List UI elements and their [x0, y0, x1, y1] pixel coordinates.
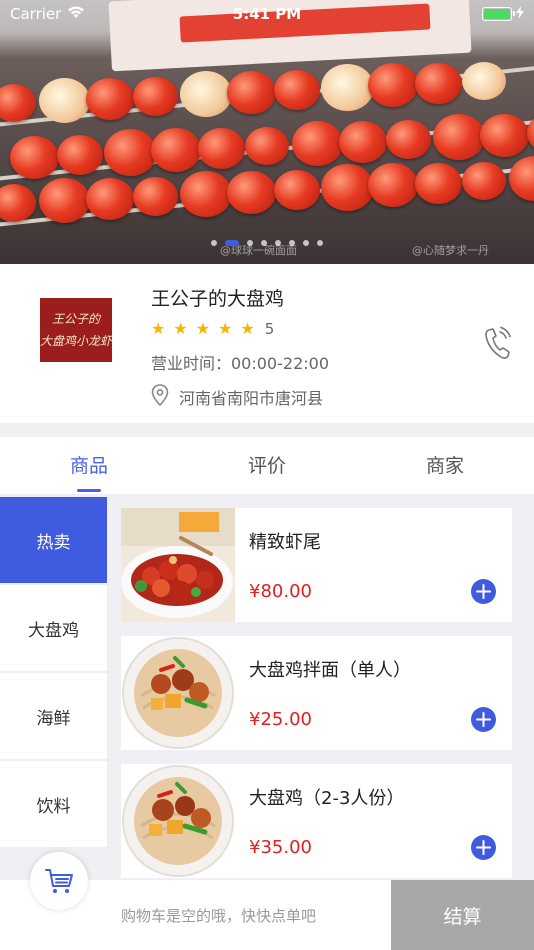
category-item-chicken[interactable]: 大盘鸡	[0, 585, 107, 671]
product-price: ¥80.00	[249, 581, 312, 602]
product-card[interactable]: 大盘鸡拌面（单人） ¥25.00	[121, 636, 512, 750]
star-icon: ★	[240, 319, 255, 338]
phone-icon[interactable]	[482, 326, 512, 360]
carousel-dot[interactable]	[317, 240, 323, 246]
crawfish-tail	[133, 176, 178, 216]
crawfish-tail	[151, 128, 201, 173]
crawfish-tail	[274, 69, 320, 110]
carousel-dot[interactable]	[211, 240, 217, 246]
product-name: 大盘鸡（2-3人份）	[249, 788, 405, 809]
shop-rating: ★ ★ ★ ★ ★ 5	[151, 319, 274, 338]
carousel-page-indicator[interactable]	[0, 240, 534, 246]
crawfish-tail	[462, 62, 506, 100]
tab-merchant[interactable]: 商家	[356, 437, 534, 494]
crawfish-tail	[321, 164, 374, 212]
crawfish-tail	[368, 63, 418, 108]
product-card[interactable]: 精致虾尾 ¥80.00	[121, 508, 512, 622]
carousel-dot[interactable]	[261, 240, 267, 246]
tab-reviews[interactable]: 评价	[178, 437, 356, 494]
product-card[interactable]: 大盘鸡（2-3人份） ¥35.00	[121, 764, 512, 878]
add-to-cart-button[interactable]	[471, 707, 496, 732]
shop-address[interactable]: 河南省南阳市唐河县	[151, 384, 323, 410]
crawfish-tail	[415, 162, 462, 204]
crawfish-tail	[180, 171, 232, 218]
crawfish-tail	[274, 169, 320, 210]
crawfish-tail	[321, 64, 374, 112]
star-icon: ★	[218, 319, 233, 338]
crawfish-tail	[245, 127, 289, 165]
shop-logo-text: 大盘鸡小龙虾	[40, 334, 113, 348]
checkout-button[interactable]: 结算	[391, 880, 534, 950]
crawfish-tail	[0, 184, 36, 222]
add-to-cart-button[interactable]	[471, 835, 496, 860]
crawfish-tail	[368, 163, 418, 208]
shop-name: 王公子的大盘鸡	[151, 288, 285, 310]
shop-logo: 王公子的 大盘鸡小龙虾	[40, 298, 112, 362]
business-hours: 营业时间：00:00-22:00	[151, 354, 329, 373]
crawfish-tail	[433, 114, 485, 161]
crawfish-tail	[527, 112, 534, 153]
battery-icon	[482, 7, 515, 21]
category-item-seafood[interactable]: 海鲜	[0, 673, 107, 759]
crawfish-tail	[198, 127, 245, 169]
crawfish-tail	[227, 170, 276, 214]
star-icon: ★	[151, 319, 166, 338]
carousel-dot[interactable]	[303, 240, 309, 246]
crawfish-tail	[86, 177, 134, 220]
crawfish-tail	[227, 70, 276, 114]
crawfish-tail	[339, 120, 387, 163]
crawfish-tail	[462, 162, 506, 200]
product-name: 大盘鸡拌面（单人）	[249, 660, 411, 681]
shop-info-card: 王公子的 大盘鸡小龙虾 王公子的大盘鸡 ★ ★ ★ ★ ★ 5 营业时间：00:…	[0, 264, 534, 423]
carousel-dot[interactable]	[289, 240, 295, 246]
wifi-icon	[67, 5, 85, 23]
crawfish-tail	[509, 156, 534, 202]
crawfish-tail	[180, 71, 232, 118]
crawfish-tail	[386, 119, 431, 159]
category-item-hot[interactable]: 热卖	[0, 497, 107, 583]
charging-icon	[516, 5, 524, 23]
rating-score: 5	[264, 319, 275, 338]
shop-logo-text: 王公子的	[51, 312, 100, 326]
product-price: ¥35.00	[249, 837, 312, 858]
status-bar: Carrier 5:41 PM	[0, 0, 534, 28]
category-item-drinks[interactable]: 饮料	[0, 761, 107, 847]
product-image	[121, 508, 235, 622]
carrier-label: Carrier	[10, 5, 62, 23]
cart-icon[interactable]	[30, 852, 88, 910]
category-sidebar: 热卖 大盘鸡 海鲜 饮料	[0, 497, 107, 849]
shop-tabs: 商品 评价 商家	[0, 437, 534, 494]
crawfish-tail	[10, 135, 59, 179]
crawfish-tail	[39, 178, 90, 224]
crawfish-tail	[415, 62, 462, 104]
product-image	[121, 636, 235, 750]
crawfish-tail	[133, 76, 178, 116]
crawfish-tail	[86, 77, 134, 120]
tab-products[interactable]: 商品	[0, 437, 178, 494]
crawfish-tail	[104, 129, 157, 177]
product-price: ¥25.00	[249, 709, 312, 730]
crawfish-tail	[57, 134, 103, 175]
product-image	[121, 764, 235, 878]
crawfish-tail	[0, 84, 36, 122]
add-to-cart-button[interactable]	[471, 579, 496, 604]
carousel-dot[interactable]	[275, 240, 281, 246]
crawfish-tail	[292, 121, 343, 167]
star-icon: ★	[195, 319, 211, 338]
address-text: 河南省南阳市唐河县	[179, 389, 324, 408]
crawfish-tail	[39, 78, 90, 124]
star-icon: ★	[173, 319, 188, 338]
banner-carousel[interactable]: @球球一碗面面 @心随梦求一丹	[0, 0, 534, 264]
product-name: 精致虾尾	[249, 532, 321, 553]
product-list: 精致虾尾 ¥80.00 大盘鸡拌面（单人） ¥25.00 大盘鸡（2-3人份） …	[121, 508, 512, 892]
location-pin-icon	[151, 384, 169, 410]
carousel-dot[interactable]	[247, 240, 253, 246]
carousel-dot[interactable]	[225, 240, 239, 246]
crawfish-tail	[480, 113, 529, 157]
